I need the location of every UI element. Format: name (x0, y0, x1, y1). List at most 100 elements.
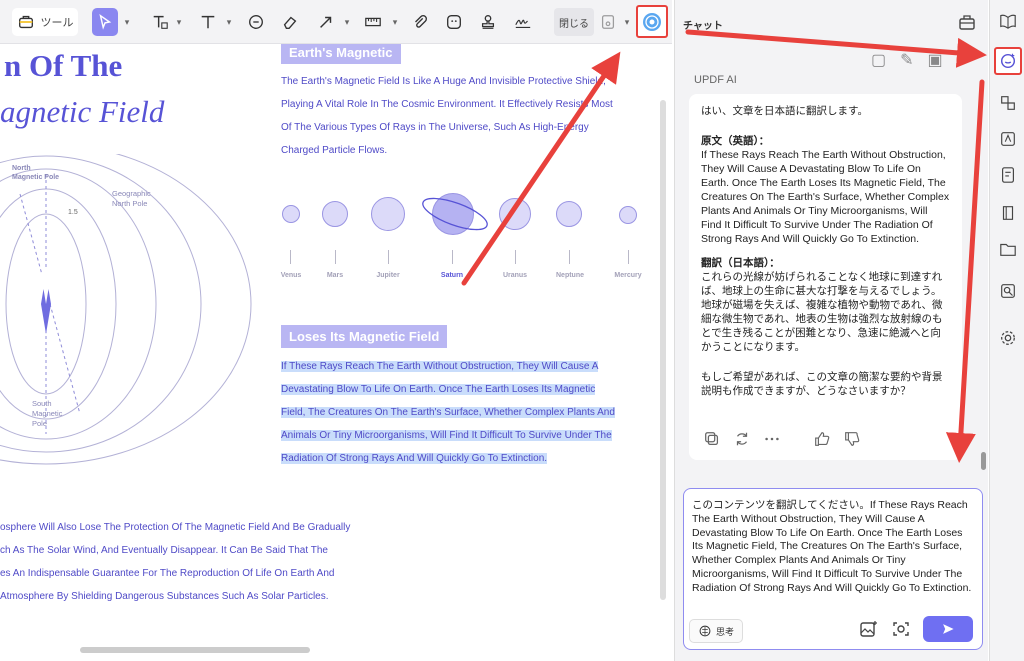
planet-tick (452, 250, 453, 264)
think-mode-label: 思考 (716, 626, 735, 637)
more-icon[interactable] (763, 430, 781, 448)
search-icon (1001, 284, 1015, 298)
planet-tick (569, 250, 570, 264)
thumbs-down-icon[interactable] (843, 430, 861, 448)
comment-tool-button[interactable] (244, 8, 268, 36)
arrow-tool-dropdown[interactable]: ▾ (342, 8, 352, 36)
chat-options-button[interactable] (957, 12, 979, 34)
selected-text-line[interactable]: Radiation Of Strong Rays And Will Quickl… (281, 453, 548, 464)
eraser-tool-button[interactable] (278, 8, 302, 36)
copy-icon[interactable]: ▢ (871, 50, 886, 70)
ai-chat-icon (1000, 53, 1016, 69)
selected-text-line[interactable]: If These Rays Reach The Earth Without Ob… (281, 361, 599, 372)
section-heading-earths-magnetic: Earth's Magnetic (281, 44, 401, 64)
send-button[interactable] (923, 616, 973, 642)
planet-label-saturn: Saturn (440, 272, 464, 279)
bookmark-button[interactable] (997, 202, 1019, 224)
search-button[interactable] (997, 280, 1019, 302)
sticker-icon (447, 15, 461, 29)
arrow-icon (320, 16, 332, 28)
planet-tick (290, 250, 291, 264)
export-icon[interactable]: ▣ (928, 50, 943, 70)
planet-label-jupiter: Jupiter (376, 272, 400, 279)
updf-ai-button[interactable] (636, 5, 668, 38)
updf-ai-icon (643, 12, 661, 31)
planet-tick (335, 250, 336, 264)
text-box-tool-dropdown[interactable]: ▾ (174, 8, 184, 36)
planet-jupiter (371, 197, 405, 231)
thumbs-up-icon[interactable] (813, 430, 831, 448)
comment-icon (249, 15, 263, 29)
think-mode-button[interactable]: 思考 (689, 619, 744, 643)
book-open-icon (1000, 14, 1016, 29)
paragraph-line: Atmosphere By Shielding Dangerous Substa… (0, 591, 329, 602)
document-horizontal-scrollbar[interactable] (80, 647, 310, 653)
paragraph-atmosphere: osphere Will Also Lose The Protection Of… (0, 516, 400, 608)
form-icon (1002, 167, 1014, 183)
attach-tool-button[interactable] (408, 8, 432, 36)
sticker-tool-button[interactable] (442, 8, 466, 36)
arrow-tool-button[interactable] (314, 8, 338, 36)
planet-neptune (556, 201, 582, 227)
eraser-icon (283, 16, 297, 29)
signature-tool-button[interactable] (510, 8, 536, 36)
screenshot-icon (893, 622, 909, 636)
paragraph-selected[interactable]: If These Rays Reach The Earth Without Ob… (281, 355, 661, 470)
chat-input-text[interactable]: このコンテンツを翻訳してください。If These Rays Reach The… (692, 499, 974, 596)
regenerate-icon[interactable] (733, 430, 751, 448)
text-tool-dropdown[interactable]: ▾ (224, 8, 234, 36)
pdf-document-view: n Of The agnetic Field North Magnetic Pol… (0, 44, 672, 661)
ruler-icon (365, 17, 381, 27)
ocr-icon (1001, 132, 1015, 146)
document-vertical-scrollbar[interactable] (660, 100, 666, 600)
measure-tool-button[interactable] (360, 8, 386, 36)
cursor-icon (99, 14, 112, 30)
text-tool-button[interactable] (196, 8, 220, 36)
reply-translation-heading: 翻訳（日本語）： (701, 257, 780, 269)
select-tool-button[interactable] (92, 8, 118, 36)
chat-scrollbar[interactable] (981, 452, 986, 470)
planet-mars (322, 201, 348, 227)
ocr-button[interactable] (997, 128, 1019, 150)
image-sparkle-icon (860, 621, 877, 637)
chat-panel-title: チャット (683, 21, 723, 32)
copy-icon[interactable] (703, 430, 721, 448)
stamp-icon (481, 15, 495, 29)
selected-text-line[interactable]: Devastating Blow To Life On Earth. Once … (281, 384, 596, 395)
planet-venus (282, 205, 300, 223)
document-title-line2: agnetic Field (0, 94, 165, 129)
stamp-tool-button[interactable] (476, 8, 500, 36)
ai-assistant-sidebar-button[interactable] (994, 47, 1022, 75)
tools-button[interactable]: ツール (12, 8, 78, 36)
read-mode-button[interactable] (997, 10, 1019, 32)
text-icon (201, 15, 215, 29)
save-button[interactable] (598, 8, 618, 36)
planet-label-mars: Mars (326, 272, 344, 279)
text-box-tool-button[interactable] (148, 8, 172, 36)
screenshot-button[interactable] (891, 619, 913, 641)
measure-tool-dropdown[interactable]: ▾ (390, 8, 400, 36)
paragraph-line: Of The Various Types Of Rays in The Univ… (281, 122, 589, 133)
selected-text-line[interactable]: Animals Or Tiny Microorganisms, Will Fin… (281, 430, 612, 441)
reply-original-text: If These Rays Reach The Earth Without Ob… (701, 149, 950, 245)
paragraph-line: Playing A Vital Role In The Cosmic Envir… (281, 99, 613, 110)
geographic-north-pole-label: Geographic North Pole (112, 189, 151, 208)
translate-button[interactable] (997, 92, 1019, 114)
ai-sender-label: UPDF AI (694, 74, 737, 86)
main-toolbar: ツール ▾ ▾ ▾ ▾ ▾ 閉じる ▾ (0, 0, 672, 44)
paperclip-icon (415, 15, 427, 28)
organize-button[interactable] (997, 238, 1019, 260)
select-tool-dropdown[interactable]: ▾ (122, 8, 132, 36)
selected-text-line[interactable]: Field, The Creatures On The Earth's Surf… (281, 407, 615, 418)
save-dropdown[interactable]: ▾ (622, 8, 632, 36)
close-button[interactable]: 閉じる (554, 8, 594, 36)
edit-icon[interactable]: ✎ (900, 50, 913, 70)
settings-button[interactable] (997, 327, 1019, 349)
image-upload-button[interactable] (858, 619, 880, 641)
toolbox-icon (18, 15, 33, 29)
translate-icon (1001, 96, 1015, 110)
planet-label-venus: Venus (280, 272, 302, 279)
form-button[interactable] (997, 164, 1019, 186)
ai-reply-bubble: はい、文章を日本語に翻訳します。 原文（英語）： If These Rays R… (689, 94, 962, 460)
paragraph-line: es An Indispensable Guarantee For The Re… (0, 568, 335, 579)
